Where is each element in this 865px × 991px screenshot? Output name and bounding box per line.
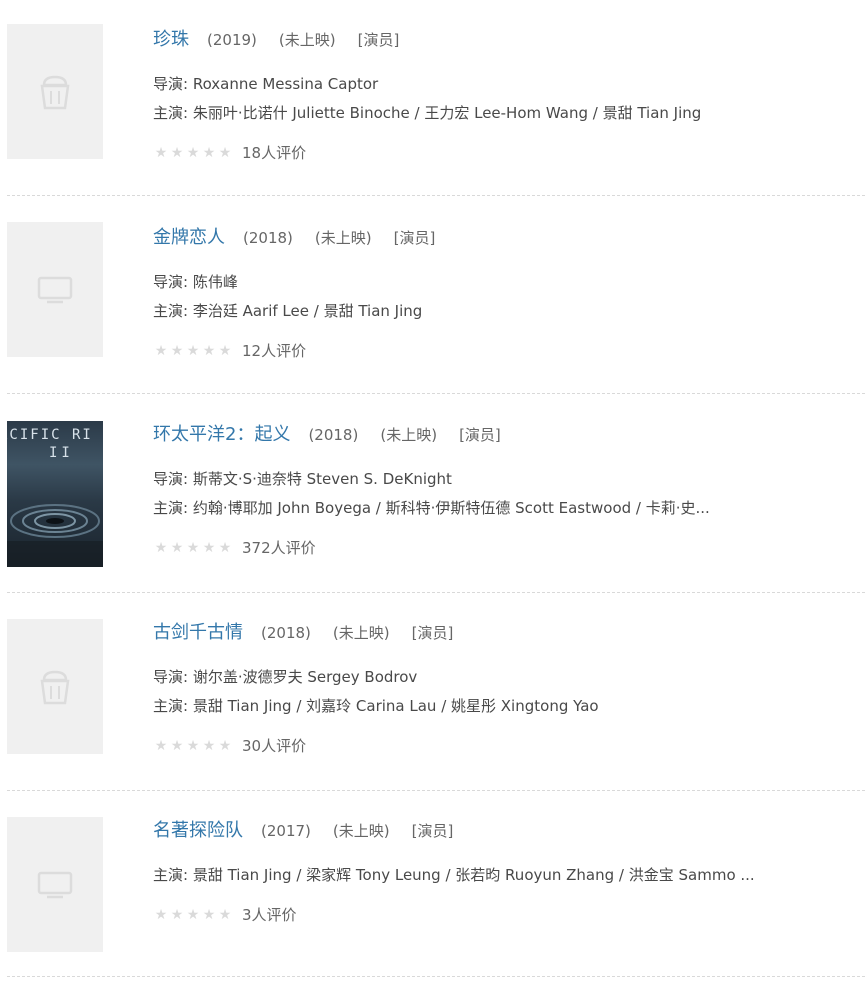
- cast-line: 主演: 李治廷 Aarif Lee / 景甜 Tian Jing: [153, 302, 423, 320]
- star-icon: ★: [170, 907, 184, 923]
- star-icon: ★: [170, 343, 184, 359]
- cup-icon: [38, 73, 72, 111]
- poster-placeholder[interactable]: [7, 817, 103, 952]
- rating-count: 3人评价: [242, 906, 297, 924]
- role: [演员]: [411, 624, 454, 642]
- star-icon: ★: [218, 907, 232, 923]
- title-line: 名著探险队 (2017) (未上映) [演员]: [153, 817, 853, 845]
- item-info: 名著探险队 (2017) (未上映) [演员] 主演: 景甜 Tian Jing / …: [153, 817, 853, 928]
- star-icon: ★: [202, 907, 216, 923]
- star-icon: ★: [202, 540, 216, 556]
- tv-icon: [36, 275, 74, 305]
- rating-count: 12人评价: [242, 342, 307, 360]
- rating-count: 30人评价: [242, 737, 307, 755]
- movie-title-link[interactable]: 环太平洋2：起义: [153, 424, 290, 445]
- cup-icon: [38, 668, 72, 706]
- rating: ★ ★ ★ ★ ★ 3人评价: [153, 902, 853, 928]
- cast-line: 主演: 朱丽叶·比诺什 Juliette Binoche / 王力宏 Lee-H…: [153, 104, 702, 122]
- star-icon: ★: [186, 145, 200, 161]
- star-icon: ★: [154, 540, 168, 556]
- divider: [7, 592, 865, 593]
- star-icon: ★: [154, 738, 168, 754]
- poster-placeholder[interactable]: [7, 222, 103, 357]
- release-status: (未上映): [314, 229, 372, 247]
- star-icon: ★: [186, 540, 200, 556]
- rating-stars: ★ ★ ★ ★ ★: [153, 541, 233, 555]
- rating: ★ ★ ★ ★ ★ 30人评价: [153, 733, 853, 759]
- divider: [7, 790, 865, 791]
- director-line: 导演: 谢尔盖·波德罗夫 Sergey Bodrov: [153, 668, 418, 686]
- star-icon: ★: [218, 145, 232, 161]
- poster-title-text: ACIFIC RI: [7, 427, 93, 443]
- rating: ★ ★ ★ ★ ★ 372人评价: [153, 535, 853, 561]
- title-line: 古剑千古情 (2018) (未上映) [演员]: [153, 619, 853, 647]
- director-line: 导演: Roxanne Messina Captor: [153, 75, 379, 93]
- title-line: 金牌恋人 (2018) (未上映) [演员]: [153, 224, 853, 252]
- star-icon: ★: [154, 907, 168, 923]
- role: [演员]: [357, 31, 400, 49]
- rating: ★ ★ ★ ★ ★ 18人评价: [153, 140, 853, 166]
- star-icon: ★: [154, 343, 168, 359]
- star-icon: ★: [170, 540, 184, 556]
- star-icon: ★: [186, 343, 200, 359]
- star-icon: ★: [170, 145, 184, 161]
- rating-stars: ★ ★ ★ ★ ★: [153, 739, 233, 753]
- star-icon: ★: [170, 738, 184, 754]
- role: [演员]: [459, 426, 501, 444]
- tv-icon: [36, 870, 74, 900]
- year: (2018): [261, 624, 311, 642]
- divider: [7, 976, 865, 977]
- item-info: 古剑千古情 (2018) (未上映) [演员] 导演: 谢尔盖·波德罗夫 Sergey…: [153, 619, 853, 759]
- rating: ★ ★ ★ ★ ★ 12人评价: [153, 338, 853, 364]
- movie-poster[interactable]: ACIFIC RI II: [7, 421, 103, 567]
- star-icon: ★: [218, 738, 232, 754]
- rating-stars: ★ ★ ★ ★ ★: [153, 146, 233, 160]
- rating-stars: ★ ★ ★ ★ ★: [153, 344, 233, 358]
- star-icon: ★: [202, 738, 216, 754]
- role: [演员]: [393, 229, 436, 247]
- item-info: 金牌恋人 (2018) (未上映) [演员] 导演: 陈伟峰 主演: 李治廷 Aari…: [153, 224, 853, 364]
- release-status: (未上映): [380, 426, 438, 444]
- year: (2018): [308, 426, 359, 444]
- star-icon: ★: [186, 738, 200, 754]
- divider: [7, 195, 865, 196]
- star-icon: ★: [186, 907, 200, 923]
- director-line: 导演: 斯蒂文·S·迪奈特 Steven S. DeKnight: [153, 470, 452, 488]
- title-line: 珍珠 (2019) (未上映) [演员]: [153, 26, 853, 54]
- rating-count: 18人评价: [242, 144, 307, 162]
- year: (2019): [207, 31, 257, 49]
- star-icon: ★: [218, 540, 232, 556]
- movie-title-link[interactable]: 金牌恋人: [153, 227, 225, 248]
- poster-vortex-art: [7, 504, 103, 567]
- poster-placeholder[interactable]: [7, 619, 103, 754]
- star-icon: ★: [202, 343, 216, 359]
- star-icon: ★: [218, 343, 232, 359]
- release-status: (未上映): [278, 31, 336, 49]
- year: (2017): [261, 822, 311, 840]
- director-line: 导演: 陈伟峰: [153, 273, 238, 291]
- rating-count: 372人评价: [242, 539, 316, 557]
- cast-line: 主演: 景甜 Tian Jing / 刘嘉玲 Carina Lau / 姚星彤 …: [153, 697, 599, 715]
- role: [演员]: [411, 822, 454, 840]
- poster-subtitle-text: II: [49, 445, 74, 461]
- divider: [7, 393, 865, 394]
- cast-line: 主演: 约翰·博耶加 John Boyega / 斯科特·伊斯特伍德 Scott…: [153, 499, 710, 517]
- star-icon: ★: [154, 145, 168, 161]
- title-line: 环太平洋2：起义 (2018) (未上映) [演员]: [153, 421, 853, 449]
- rating-stars: ★ ★ ★ ★ ★: [153, 908, 233, 922]
- movie-title-link[interactable]: 古剑千古情: [153, 622, 243, 643]
- movie-title-link[interactable]: 珍珠: [153, 29, 189, 50]
- movie-title-link[interactable]: 名著探险队: [153, 820, 243, 841]
- item-info: 珍珠 (2019) (未上映) [演员] 导演: Roxanne Messina Ca…: [153, 26, 853, 166]
- star-icon: ★: [202, 145, 216, 161]
- release-status: (未上映): [332, 822, 390, 840]
- poster-placeholder[interactable]: [7, 24, 103, 159]
- release-status: (未上映): [332, 624, 390, 642]
- year: (2018): [243, 229, 293, 247]
- item-info: 环太平洋2：起义 (2018) (未上映) [演员] 导演: 斯蒂文·S·迪奈特 St…: [153, 421, 853, 561]
- cast-line: 主演: 景甜 Tian Jing / 梁家辉 Tony Leung / 张若昀 …: [153, 866, 755, 884]
